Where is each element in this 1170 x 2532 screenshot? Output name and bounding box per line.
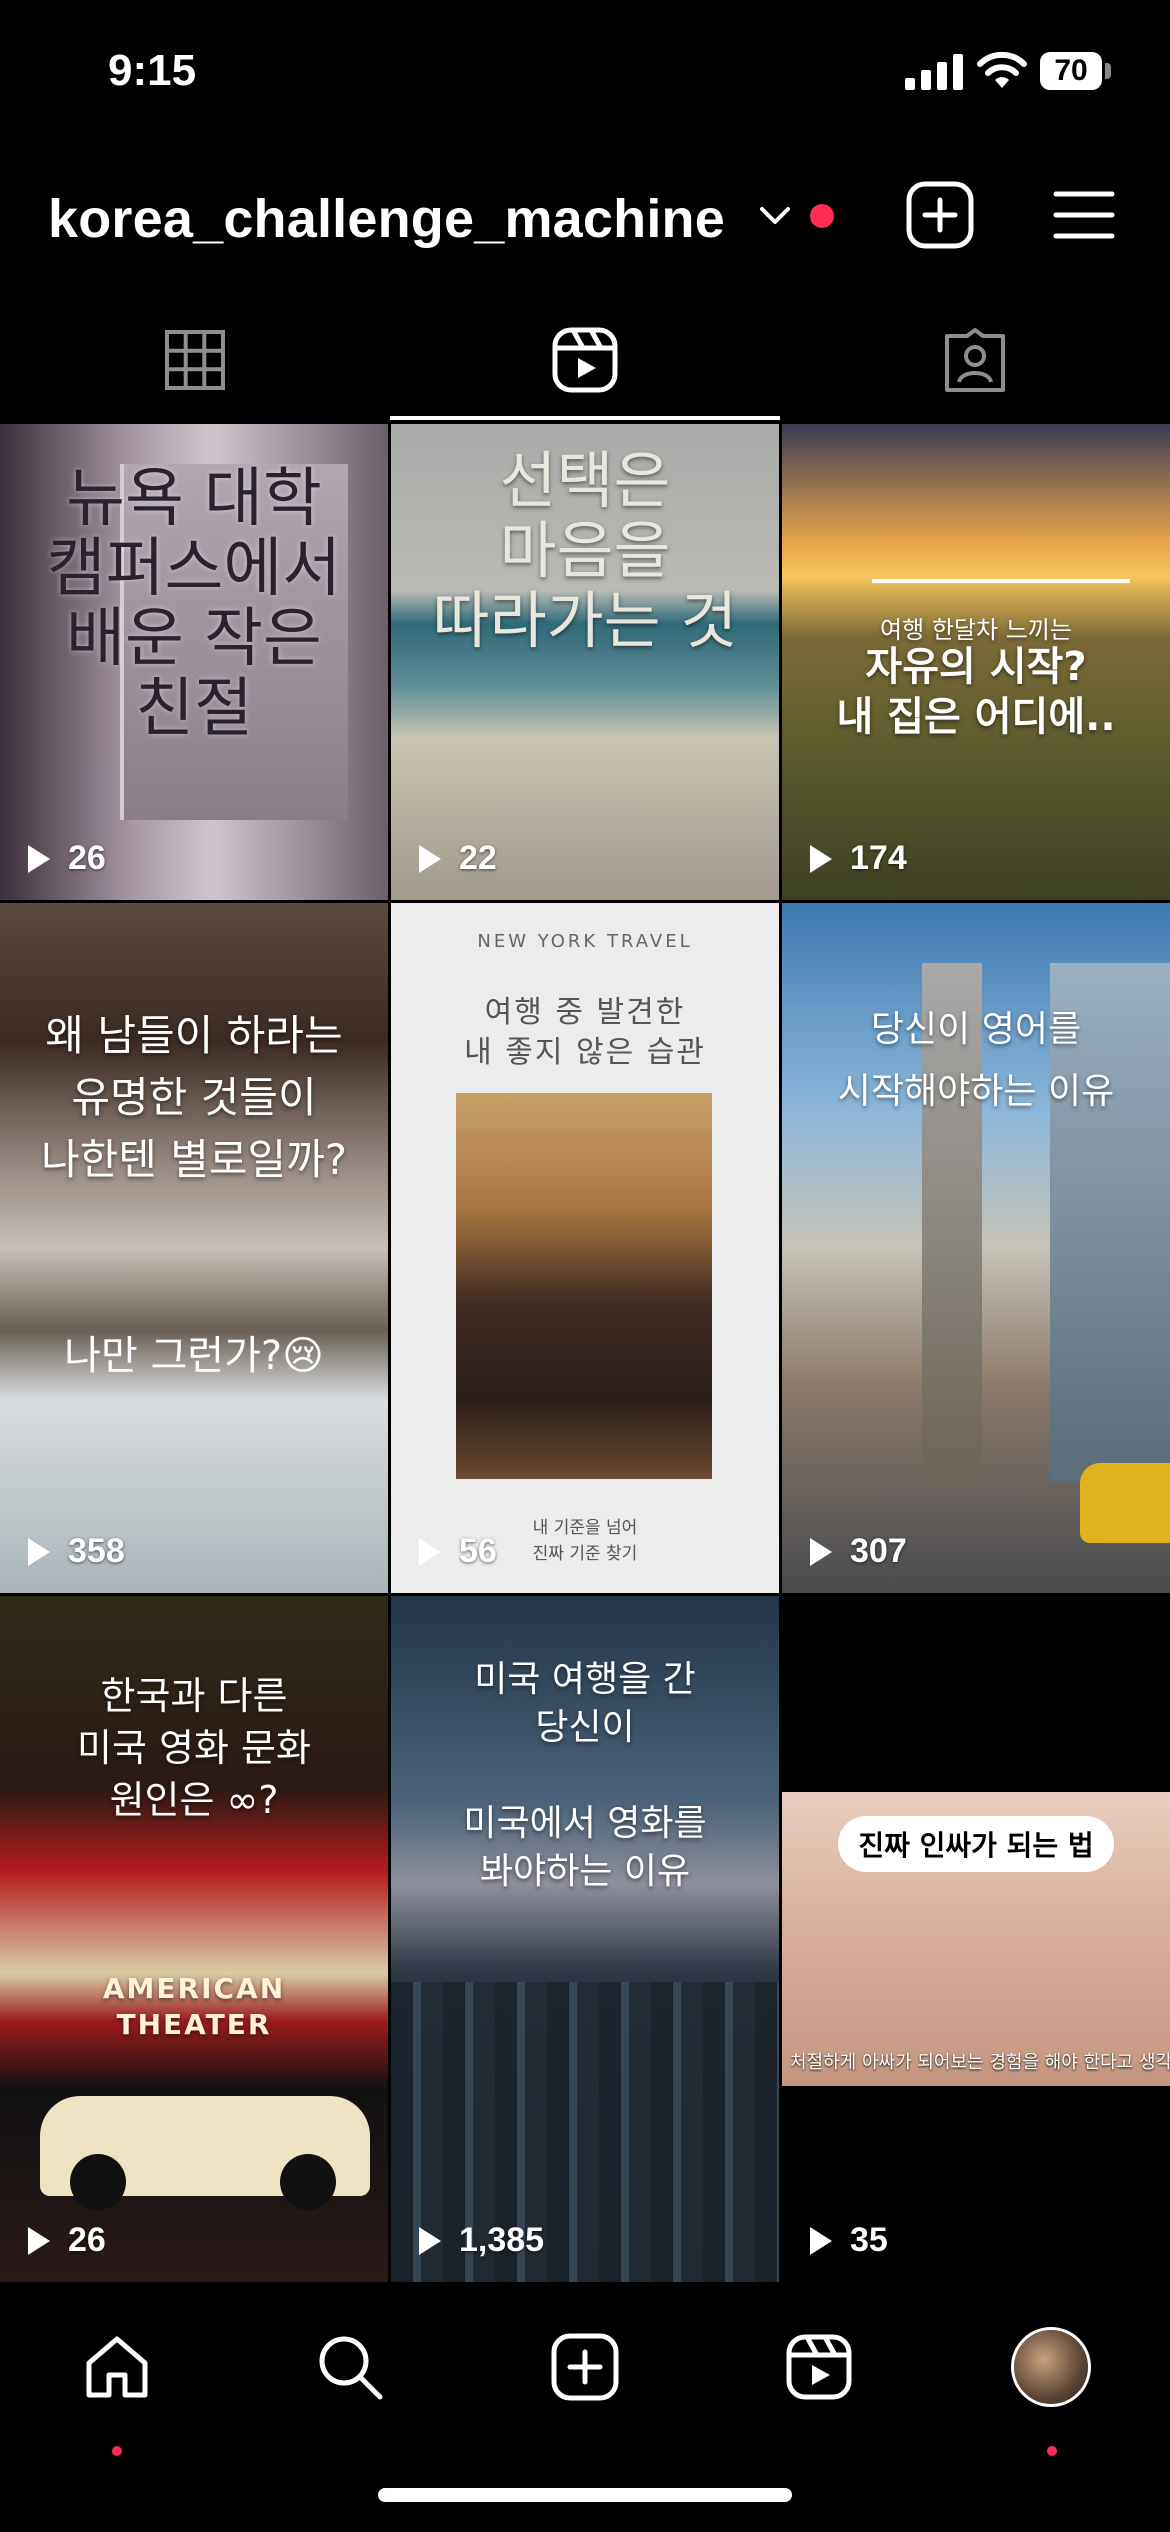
nav-profile-dot — [1047, 2446, 1057, 2456]
reels-icon — [786, 2334, 852, 2400]
view-count-label: 56 — [459, 1532, 497, 1570]
view-count-label: 35 — [850, 2221, 888, 2259]
view-count: 26 — [28, 839, 106, 878]
play-icon — [810, 844, 840, 874]
view-count-label: 26 — [68, 2221, 106, 2259]
car-wheel — [70, 2154, 126, 2210]
reel-caption: 선택은 마음을 따라가는 것 — [432, 444, 738, 657]
profile-header: korea_challenge_machine — [0, 160, 1170, 270]
reel-caption: 자유의 시작? 내 집은 어디에.. — [836, 644, 1116, 740]
add-post-icon — [551, 2333, 619, 2401]
play-icon — [28, 2226, 58, 2256]
view-count: 56 — [419, 1532, 497, 1571]
view-count: 35 — [810, 2221, 888, 2260]
grid-icon — [165, 330, 225, 390]
home-indicator[interactable] — [378, 2488, 792, 2502]
nav-reels[interactable] — [774, 2322, 864, 2412]
reel-tile[interactable]: 당신이 영어를 시작해야하는 이유 307 — [782, 903, 1170, 1593]
chevron-down-icon[interactable] — [758, 204, 792, 228]
profile-tabs — [0, 300, 1170, 420]
active-tab-indicator — [390, 416, 780, 420]
view-count-label: 1,385 — [459, 2221, 545, 2259]
car-wheel — [280, 2154, 336, 2210]
play-icon — [419, 1537, 449, 1567]
status-bar: 9:15 70 — [0, 0, 1170, 150]
nav-profile[interactable] — [1006, 2322, 1096, 2412]
tagged-icon — [945, 328, 1005, 392]
create-button[interactable] — [905, 180, 975, 250]
food-photo — [456, 1093, 712, 1479]
reel-caption: 진짜 인싸가 되는 법 — [838, 1816, 1114, 1872]
profile-avatar — [1011, 2327, 1091, 2407]
nav-home[interactable] — [72, 2322, 162, 2412]
tab-tagged[interactable] — [935, 320, 1015, 400]
search-icon — [319, 2336, 383, 2400]
play-icon — [419, 2226, 449, 2256]
view-count-label: 307 — [850, 1532, 907, 1570]
reel-caption-small: 여행 한달차 느끼는 — [880, 616, 1072, 644]
caption-text: 나만 그런가? — [64, 1333, 283, 1379]
view-count: 358 — [28, 1532, 125, 1571]
play-icon — [28, 844, 58, 874]
reel-tile[interactable]: 선택은 마음을 따라가는 것 22 — [391, 424, 779, 900]
taxi — [1080, 1463, 1170, 1543]
view-count-label: 174 — [850, 839, 907, 877]
reel-caption: 여행 중 발견한 내 좋지 않은 습관 — [464, 995, 706, 1070]
play-icon — [28, 1537, 58, 1567]
reel-tile[interactable]: 진짜 인싸가 되는 법 처절하게 아싸가 되어보는 경험을 해야 한다고 생각해… — [782, 1596, 1170, 2282]
tab-reels[interactable] — [545, 320, 625, 400]
view-count: 22 — [419, 839, 497, 878]
reel-tile[interactable]: 왜 남들이 하라는 유명한 것들이 나한텐 별로일까? 나만 그런가?😢 358 — [0, 903, 388, 1593]
reel-caption-small: NEW YORK TRAVEL — [477, 931, 693, 952]
crying-face-emoji: 😢 — [282, 1333, 324, 1379]
view-count-label: 358 — [68, 1532, 125, 1570]
reel-caption-secondary: 나만 그런가?😢 — [0, 1323, 388, 1381]
reel-tile[interactable]: 뉴욕 대학 캠퍼스에서 배운 작은 친절 26 — [0, 424, 388, 900]
reel-caption: 한국과 다른 미국 영화 문화 원인은 ∞? — [77, 1674, 311, 1822]
nav-search[interactable] — [305, 2322, 395, 2412]
account-username[interactable]: korea_challenge_machine — [48, 188, 725, 250]
battery-indicator: 70 — [1040, 52, 1102, 90]
reel-tile[interactable]: AMERICAN THEATER 한국과 다른 미국 영화 문화 원인은 ∞? … — [0, 1596, 388, 2282]
reel-tile[interactable]: 여행 한달차 느끼는 자유의 시작? 내 집은 어디에.. 174 — [782, 424, 1170, 900]
reel-subtitle: 처절하게 아싸가 되어보는 경험을 해야 한다고 생각해 — [790, 2052, 1170, 2073]
nav-home-dot — [112, 2446, 122, 2456]
reel-tile[interactable]: 미국 여행을 간 당신이 미국에서 영화를 봐야하는 이유 1,385 — [391, 1596, 779, 2282]
play-icon — [419, 844, 449, 874]
cellular-signal-icon — [905, 54, 963, 90]
view-count: 174 — [810, 839, 907, 878]
reels-icon — [552, 327, 618, 393]
progress-line — [872, 579, 1130, 583]
status-time: 9:15 — [108, 46, 197, 95]
view-count-label: 26 — [68, 839, 106, 877]
play-icon — [810, 2226, 840, 2256]
view-count-label: 22 — [459, 839, 497, 877]
view-count: 26 — [28, 2221, 106, 2260]
menu-button[interactable] — [1052, 188, 1116, 242]
reel-caption: 미국 여행을 간 당신이 미국에서 영화를 봐야하는 이유 — [463, 1659, 707, 1892]
reel-caption: 왜 남들이 하라는 유명한 것들이 나한텐 별로일까? — [40, 1011, 348, 1184]
theater-sign: AMERICAN THEATER — [102, 1972, 286, 2041]
notification-dot — [810, 204, 834, 228]
view-count: 307 — [810, 1532, 907, 1571]
play-icon — [810, 1537, 840, 1567]
nav-create[interactable] — [540, 2322, 630, 2412]
view-count: 1,385 — [419, 2221, 544, 2260]
reel-caption: 당신이 영어를 시작해야하는 이유 — [837, 1009, 1115, 1112]
reel-caption-pill-wrap: 진짜 인싸가 되는 법 — [782, 1816, 1170, 1872]
battery-tip — [1105, 63, 1111, 79]
reel-caption: 뉴욕 대학 캠퍼스에서 배운 작은 친절 — [46, 462, 342, 746]
tab-grid[interactable] — [155, 320, 235, 400]
home-icon — [86, 2336, 148, 2398]
reel-tile[interactable]: NEW YORK TRAVEL 여행 중 발견한 내 좋지 않은 습관 내 기준… — [391, 903, 779, 1593]
wifi-icon — [977, 51, 1027, 88]
